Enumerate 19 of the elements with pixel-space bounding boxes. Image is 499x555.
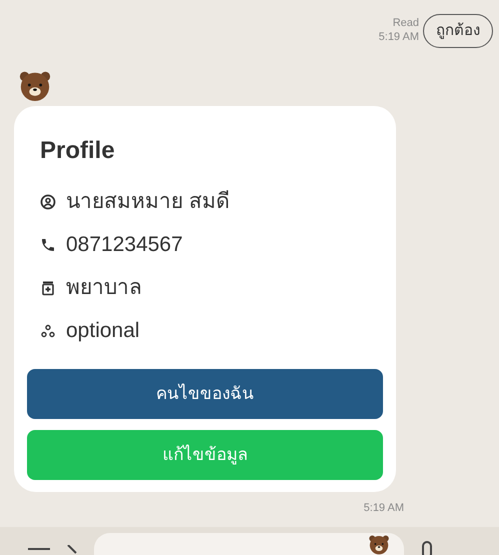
menu-icon[interactable]	[28, 545, 50, 553]
microphone-icon[interactable]	[420, 541, 434, 555]
card-title: Profile	[39, 136, 116, 166]
message-field[interactable]	[94, 533, 404, 555]
phone-icon	[40, 237, 56, 253]
message-time: 5:19 AM	[364, 501, 404, 516]
sticker-icon	[368, 533, 390, 555]
user-circle-icon	[40, 194, 56, 210]
action-button[interactable]: คนไขของฉัน	[27, 369, 383, 419]
profile-detail: 0871234567	[66, 232, 183, 258]
profile-detail: optional	[66, 318, 140, 344]
message-time: 5:19 AM	[378, 30, 419, 44]
medical-kit-icon	[40, 280, 56, 296]
profile-detail: พยาบาล	[66, 275, 142, 302]
nodes-icon	[40, 323, 56, 339]
chevron-icon[interactable]	[66, 545, 78, 555]
profile-detail: นายสมหมาย สมดี	[66, 189, 230, 216]
read-receipt: Read	[392, 16, 419, 30]
message-bubble: ถูกต้อง	[423, 14, 493, 48]
